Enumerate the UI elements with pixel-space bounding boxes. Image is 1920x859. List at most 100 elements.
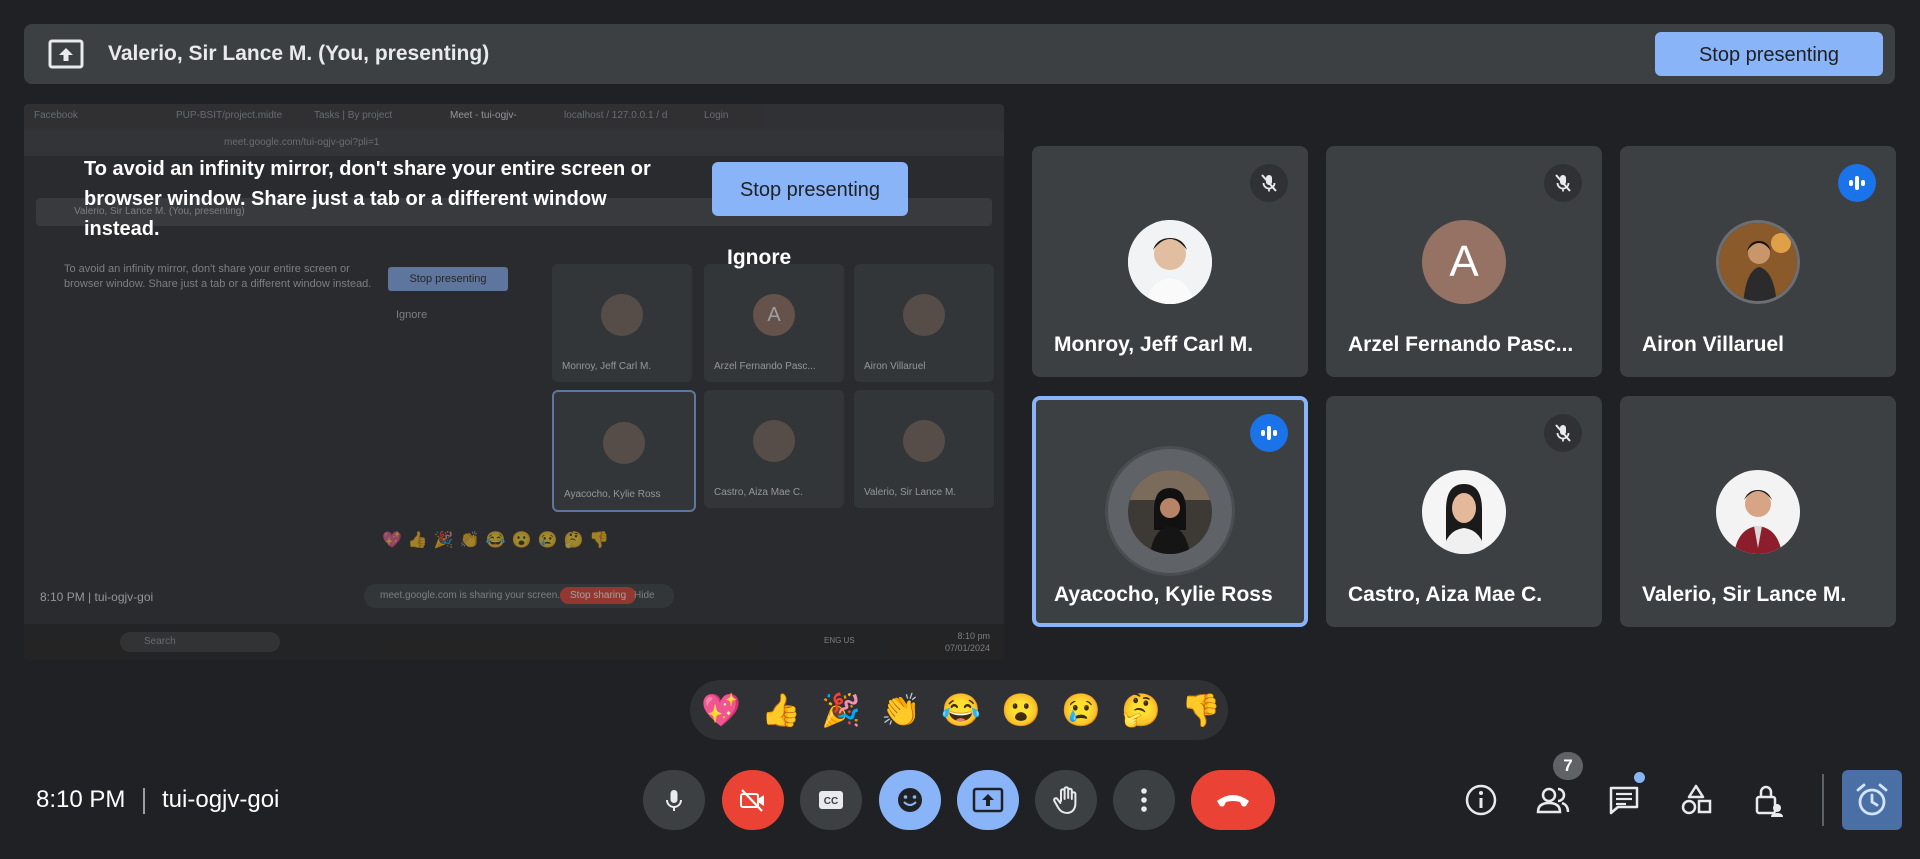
participant-name: Monroy, Jeff Carl M.: [1054, 333, 1254, 356]
mirror-address-bar: meet.google.com/tui-ogjv-goi?pli=1: [24, 130, 1004, 156]
participant-tile-active[interactable]: Ayacocho, Kylie Ross: [1032, 396, 1308, 627]
reaction-clapping[interactable]: 👏: [879, 689, 923, 731]
mirror-avatar-letter: A: [753, 294, 795, 336]
mirror-tab: Login: [704, 110, 729, 121]
more-vert-icon: [1141, 788, 1147, 812]
participant-tile[interactable]: A Arzel Fernando Pasc...: [1326, 146, 1602, 377]
mic-off-icon: [1544, 164, 1582, 202]
activities-button[interactable]: [1670, 774, 1722, 826]
call-end-icon: [1217, 795, 1249, 807]
participant-tile[interactable]: Airon Villaruel: [1620, 146, 1896, 377]
reaction-thinking[interactable]: 🤔: [1119, 689, 1163, 731]
mic-off-icon: [1250, 164, 1288, 202]
reaction-joy[interactable]: 😂: [939, 689, 983, 731]
mirror-tab: PUP-BSIT/project.midte: [176, 110, 283, 121]
stop-presenting-button[interactable]: Stop presenting: [1655, 32, 1883, 76]
mirror-stop-button: Stop presenting: [388, 267, 508, 291]
chat-icon: [1609, 786, 1639, 815]
mirror-taskbar-clock: 8:10 pm 07/01/2024: [60, 630, 990, 654]
mirror-tile-name: Airon Villaruel: [864, 361, 926, 372]
meeting-details-button[interactable]: [1455, 774, 1507, 826]
mic-icon: [666, 790, 682, 811]
mirror-emoji-bar: 💖👍🎉👏😂😮😢🤔👎: [382, 532, 616, 549]
mirror-tile-name: Castro, Aiza Mae C.: [714, 487, 803, 498]
alarm-clock-icon: [1856, 783, 1888, 816]
host-controls-button[interactable]: [1742, 774, 1794, 826]
mirror-tab: Meet - tui-ogjv-: [450, 110, 517, 121]
reaction-party-popper[interactable]: 🎉: [819, 689, 863, 731]
avatar: [1128, 470, 1212, 554]
participant-name: Ayacocho, Kylie Ross: [1054, 583, 1273, 606]
camera-off-button[interactable]: [722, 770, 784, 830]
captions-button[interactable]: CC: [800, 770, 862, 830]
controls-divider: [1822, 774, 1824, 826]
svg-text:CC: CC: [824, 796, 838, 807]
present-screen-icon: [48, 38, 84, 70]
avatar: [1422, 470, 1506, 554]
mirror-warning: To avoid an infinity mirror, don't share…: [64, 263, 372, 290]
mic-off-icon: [1544, 414, 1582, 452]
speaking-indicator-icon: [1250, 414, 1288, 452]
microphone-button[interactable]: [643, 770, 705, 830]
mirror-taskbar: Search ENG US 8:10 pm 07/01/2024: [24, 624, 1004, 660]
avatar: [1716, 470, 1800, 554]
mirror-tile: Monroy, Jeff Carl M.: [552, 264, 692, 382]
reaction-surprised[interactable]: 😮: [999, 689, 1043, 731]
mirror-time: 8:10 PM: [40, 590, 85, 604]
reaction-thumbs-up[interactable]: 👍: [759, 689, 803, 731]
mirror-tile: Ayacocho, Kylie Ross: [552, 390, 696, 512]
video-off-icon: [740, 789, 764, 812]
participant-tile[interactable]: Valerio, Sir Lance M.: [1620, 396, 1896, 627]
mirror-tile: Airon Villaruel: [854, 264, 994, 382]
people-button[interactable]: [1527, 774, 1579, 826]
hand-icon: [1053, 786, 1077, 814]
participant-name: Valerio, Sir Lance M.: [1642, 583, 1847, 606]
mirror-avatar: [753, 420, 795, 462]
mirror-avatar: [903, 294, 945, 336]
reaction-thumbs-down[interactable]: 👎: [1179, 689, 1223, 731]
mirror-tile: A Arzel Fernando Pasc...: [704, 264, 844, 382]
more-options-button[interactable]: [1113, 770, 1175, 830]
presenting-title: Valerio, Sir Lance M. (You, presenting): [108, 42, 490, 65]
mirror-tab: Facebook: [34, 110, 78, 121]
mirror-taskbar-date: 07/01/2024: [944, 643, 990, 653]
participant-tile[interactable]: Castro, Aiza Mae C.: [1326, 396, 1602, 627]
closed-captions-icon: CC: [819, 791, 843, 809]
footer-divider: [143, 788, 145, 814]
presenting-banner: Valerio, Sir Lance M. (You, presenting) …: [24, 24, 1895, 84]
present-screen-icon: [972, 787, 1004, 813]
avatar: [1716, 220, 1800, 304]
reaction-sparkling-heart[interactable]: 💖: [699, 689, 743, 731]
mirror-tab-strip: Facebook PUP-BSIT/project.midte Tasks | …: [24, 104, 1004, 130]
raise-hand-button[interactable]: [1035, 770, 1097, 830]
participant-name: Airon Villaruel: [1642, 333, 1784, 356]
shapes-icon: [1681, 784, 1712, 815]
participant-name: Arzel Fernando Pasc...: [1348, 333, 1574, 356]
mirror-avatar: [603, 422, 645, 464]
mirror-tile-name: Valerio, Sir Lance M.: [864, 487, 957, 498]
participant-count-badge: 7: [1553, 752, 1583, 780]
mirror-tile-name: Ayacocho, Kylie Ross: [564, 489, 661, 500]
reactions-bar: 💖 👍 🎉 👏 😂 😮 😢 🤔 👎: [690, 680, 1228, 740]
participant-tile[interactable]: Monroy, Jeff Carl M.: [1032, 146, 1308, 377]
people-icon: [1536, 787, 1570, 814]
mirror-url: meet.google.com/tui-ogjv-goi?pli=1: [224, 137, 380, 148]
mirror-tab: Tasks | By project: [314, 110, 393, 121]
stop-presenting-preview-button[interactable]: Stop presenting: [712, 162, 908, 216]
reaction-crying[interactable]: 😢: [1059, 689, 1103, 731]
present-button[interactable]: [957, 770, 1019, 830]
timer-button[interactable]: [1842, 770, 1902, 830]
mirror-ignore: Ignore: [396, 309, 428, 321]
emoji-smile-icon: [898, 788, 922, 812]
mirror-tile: Castro, Aiza Mae C.: [704, 390, 844, 508]
reactions-button[interactable]: [879, 770, 941, 830]
mirror-avatar: [601, 294, 643, 336]
mirror-taskbar-time: 8:10 pm: [957, 631, 990, 641]
speaking-indicator-icon: [1838, 164, 1876, 202]
mirror-tab: localhost / 127.0.0.1 / d: [564, 110, 668, 121]
ignore-button[interactable]: Ignore: [727, 246, 791, 270]
mirror-stop-sharing: Stop sharing: [560, 587, 637, 604]
mirror-tile-name: Arzel Fernando Pasc...: [714, 361, 816, 372]
participant-name: Castro, Aiza Mae C.: [1348, 583, 1543, 606]
leave-call-button[interactable]: [1191, 770, 1275, 830]
